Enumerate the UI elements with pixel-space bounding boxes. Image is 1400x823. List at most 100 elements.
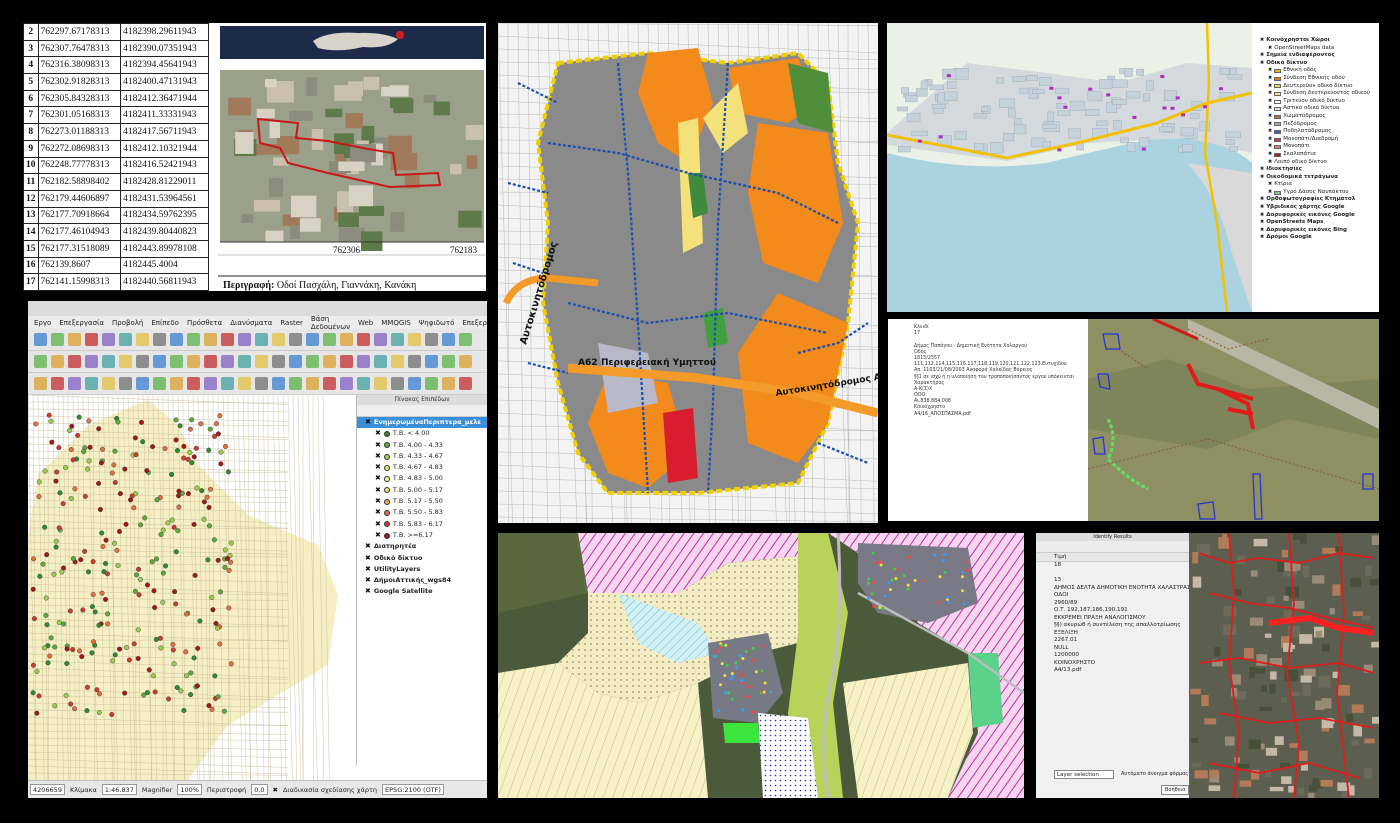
toolbar-button[interactable] xyxy=(119,333,132,346)
toolbar-button[interactable] xyxy=(51,333,64,346)
toolbar-button[interactable] xyxy=(374,355,387,368)
layer-checkbox[interactable]: ✖ xyxy=(375,428,381,439)
layer-checkbox[interactable]: ✖ xyxy=(375,496,381,507)
toolbar-button[interactable] xyxy=(289,377,302,390)
toolbar-button[interactable] xyxy=(340,377,353,390)
menu-item[interactable]: Προβολή xyxy=(112,319,143,327)
toolbar-button[interactable] xyxy=(255,333,268,346)
scale-field[interactable]: 1:46.837 xyxy=(101,784,137,795)
toolbar-button[interactable] xyxy=(272,377,285,390)
layer-item[interactable]: ✖ Τ.Β. 4.00 - 4.33 xyxy=(357,440,487,451)
toolbar-button[interactable] xyxy=(357,377,370,390)
layer-checkbox[interactable]: ✖ xyxy=(1260,166,1264,174)
layer-checkbox[interactable]: ✖ xyxy=(1268,113,1272,121)
map-canvas[interactable] xyxy=(28,395,356,780)
layer-item[interactable]: ✖ Τ.Β. < 4.00 xyxy=(357,428,487,439)
toolbar-button[interactable] xyxy=(425,355,438,368)
legend-item[interactable]: ✖ Ιδιοκτησίες xyxy=(1252,166,1379,174)
layer-checkbox[interactable]: ✖ xyxy=(1260,52,1264,60)
crs-button[interactable]: EPSG:2100 (OTF) xyxy=(382,784,444,795)
toolbar-button[interactable] xyxy=(442,333,455,346)
toolbar-button[interactable] xyxy=(170,355,183,368)
layer-item[interactable]: ✖ Διατηρητέα xyxy=(357,541,487,552)
layer-checkbox[interactable]: ✖ xyxy=(1268,181,1272,189)
toolbar-button[interactable] xyxy=(459,355,472,368)
layer-item[interactable]: ✖ Τ.Β. 4.83 - 5.00 xyxy=(357,473,487,484)
layer-item[interactable]: ✖ Τ.Β. >=6.17 xyxy=(357,530,487,541)
toolbar-button[interactable] xyxy=(323,377,336,390)
layer-checkbox[interactable]: ✖ xyxy=(1268,136,1272,144)
toolbar-button[interactable] xyxy=(187,377,200,390)
toolbar-button[interactable] xyxy=(272,355,285,368)
toolbar-button[interactable] xyxy=(102,355,115,368)
menu-item[interactable]: MMQGIS xyxy=(381,319,411,327)
legend-item[interactable]: ✖ Σημεία ενδιαφέροντος xyxy=(1252,52,1379,60)
toolbar-button[interactable] xyxy=(425,333,438,346)
toolbar-button[interactable] xyxy=(68,377,81,390)
toolbar-button[interactable] xyxy=(340,333,353,346)
coordinate-field[interactable]: 4206659 xyxy=(30,784,65,795)
toolbar-button[interactable] xyxy=(102,377,115,390)
layer-item[interactable]: ✖ Τ.Β. 4.67 - 4.83 xyxy=(357,462,487,473)
layer-checkbox[interactable]: ✖ xyxy=(1260,204,1264,212)
legend-item[interactable]: ✖ Σκαλοπάτια xyxy=(1252,151,1379,159)
layer-checkbox[interactable]: ✖ xyxy=(375,440,381,451)
layer-checkbox[interactable]: ✖ xyxy=(1268,128,1272,136)
toolbar-button[interactable] xyxy=(289,333,302,346)
toolbar-button[interactable] xyxy=(221,333,234,346)
toolbar-button[interactable] xyxy=(459,333,472,346)
legend-item[interactable]: ✖ Υβριδικός χάρτης Google xyxy=(1252,204,1379,212)
layer-checkbox[interactable]: ✖ xyxy=(1268,67,1272,75)
toolbar-button[interactable] xyxy=(374,333,387,346)
toolbar-button[interactable] xyxy=(255,377,268,390)
layer-checkbox[interactable]: ✖ xyxy=(365,541,371,552)
toolbar-button[interactable] xyxy=(238,355,251,368)
layer-item[interactable]: ✖ Οδικό δίκτυο xyxy=(357,553,487,564)
menu-item[interactable]: Web xyxy=(358,319,373,327)
toolbar-button[interactable] xyxy=(153,377,166,390)
layer-checkbox[interactable]: ✖ xyxy=(375,485,381,496)
layer-checkbox[interactable]: ✖ xyxy=(1268,83,1272,91)
layer-checkbox[interactable]: ✖ xyxy=(1268,159,1272,167)
layer-checkbox[interactable]: ✖ xyxy=(365,575,371,586)
layer-checkbox[interactable]: ✖ xyxy=(1260,227,1264,235)
toolbar-button[interactable] xyxy=(255,355,268,368)
help-button[interactable]: Βοήθεια xyxy=(1161,785,1190,795)
menu-item[interactable]: Επίπεδο xyxy=(151,319,179,327)
layer-item[interactable]: ✖ ΔήμοιΑττικής_wgs84 xyxy=(357,575,487,586)
legend-item[interactable]: ✖ OpenStreets Maps xyxy=(1252,219,1379,227)
toolbar-button[interactable] xyxy=(85,355,98,368)
legend-item[interactable]: ✖ Κτίρια xyxy=(1252,181,1379,189)
toolbar-button[interactable] xyxy=(153,355,166,368)
toolbar-button[interactable] xyxy=(34,355,47,368)
layer-checkbox[interactable]: ✖ xyxy=(375,462,381,473)
layer-checkbox[interactable]: ✖ xyxy=(1268,105,1272,113)
toolbar-button[interactable] xyxy=(306,333,319,346)
legend-item[interactable]: ✖ Αστικό οδικό δίκτυο xyxy=(1252,105,1379,113)
toolbar-button[interactable] xyxy=(136,355,149,368)
layer-checkbox[interactable]: ✖ xyxy=(1268,121,1272,129)
layer-checkbox[interactable]: ✖ xyxy=(1268,90,1272,98)
legend-item[interactable]: ✖ Κοινόχρηστοι Χώροι xyxy=(1252,37,1379,45)
layer-checkbox[interactable]: ✖ xyxy=(1268,75,1272,83)
rotation-field[interactable]: 0,0 xyxy=(251,784,268,795)
menu-item[interactable]: Επεξεργασία xyxy=(59,319,104,327)
toolbar-button[interactable] xyxy=(170,377,183,390)
legend-item[interactable]: ✖ Σύνδεση δευτερεύοντος οδικού xyxy=(1252,90,1379,98)
toolbar-button[interactable] xyxy=(306,355,319,368)
toolbar-button[interactable] xyxy=(442,377,455,390)
toolbar-button[interactable] xyxy=(221,355,234,368)
toolbar-button[interactable] xyxy=(391,333,404,346)
toolbar-button[interactable] xyxy=(204,333,217,346)
toolbar-button[interactable] xyxy=(68,355,81,368)
toolbar-button[interactable] xyxy=(391,355,404,368)
layer-checkbox[interactable]: ✖ xyxy=(365,417,371,428)
legend-item[interactable]: ✖ Σύνδεση Εθνικής οδού xyxy=(1252,75,1379,83)
toolbar-button[interactable] xyxy=(323,333,336,346)
menu-item[interactable]: Raster xyxy=(280,319,303,327)
layer-checkbox[interactable]: ✖ xyxy=(375,473,381,484)
toolbar-button[interactable] xyxy=(102,333,115,346)
layer-item[interactable]: ✖ Τ.Β. 5.83 - 6.17 xyxy=(357,519,487,530)
menu-item[interactable]: Διανύσματα xyxy=(230,319,272,327)
layer-checkbox[interactable]: ✖ xyxy=(1268,151,1272,159)
